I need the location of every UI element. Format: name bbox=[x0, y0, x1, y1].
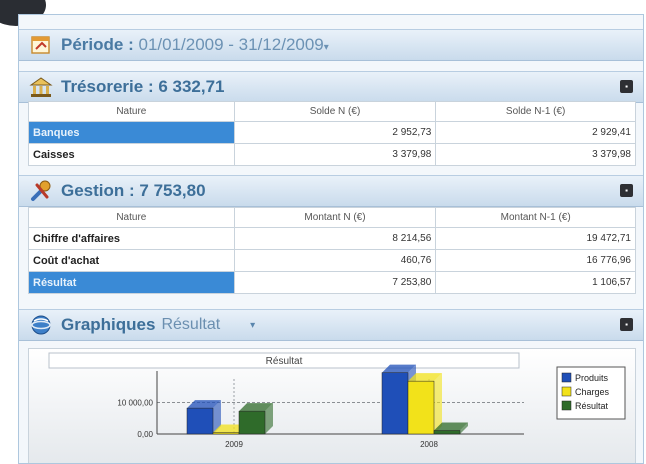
bar-résultat bbox=[238, 410, 266, 435]
graphiques-collapse-icon[interactable]: ▪ bbox=[620, 318, 633, 331]
bar-résultat bbox=[433, 430, 461, 435]
x-tick-label: 2008 bbox=[420, 440, 438, 449]
row-nature[interactable]: Banques bbox=[28, 121, 235, 144]
bar-charges bbox=[212, 432, 240, 435]
row-montant-n: 460,76 bbox=[233, 249, 437, 272]
periode-bar[interactable]: Période : 01/01/2009 - 31/12/2009▾ bbox=[19, 29, 643, 61]
row-montant-n1: 19 472,71 bbox=[435, 227, 636, 250]
table-row[interactable]: Caisses 3 379,98 3 379,98 bbox=[28, 143, 636, 166]
chart-type-select[interactable]: Résultat bbox=[161, 316, 220, 334]
row-nature[interactable]: Chiffre d'affaires bbox=[28, 227, 235, 250]
bar-produits bbox=[186, 407, 214, 435]
calendar-icon bbox=[29, 33, 53, 57]
table-row[interactable]: Chiffre d'affaires 8 214,56 19 472,71 bbox=[28, 227, 636, 250]
x-tick-label: 2009 bbox=[225, 440, 243, 449]
bank-icon bbox=[29, 75, 53, 99]
periode-dropdown-arrow[interactable]: ▾ bbox=[324, 42, 329, 53]
bar-produits bbox=[381, 372, 409, 435]
gestion-header: Gestion : 7 753,80 ▪ bbox=[19, 175, 643, 207]
y-tick-label: 10 000,00 bbox=[117, 399, 153, 408]
periode-value[interactable]: 01/01/2009 - 31/12/2009 bbox=[138, 35, 323, 54]
table-row[interactable]: Résultat 7 253,80 1 106,57 bbox=[28, 271, 636, 294]
row-solde-n: 2 952,73 bbox=[233, 121, 437, 144]
legend-label: Résultat bbox=[575, 401, 609, 411]
result-chart: Résultat 0,00 10 000,00 2009 2008 Produits Cha… bbox=[48, 352, 626, 449]
globe-icon bbox=[29, 313, 53, 337]
row-solde-n1: 3 379,98 bbox=[435, 143, 636, 166]
row-montant-n1: 16 776,96 bbox=[435, 249, 636, 272]
graphiques-header: Graphiques Résultat ▾ ▪ bbox=[19, 309, 643, 341]
graphiques-title: Graphiques bbox=[61, 315, 156, 334]
legend-swatch bbox=[561, 372, 572, 383]
col-header-nature[interactable]: Nature bbox=[28, 207, 235, 228]
chart-type-dropdown-arrow[interactable]: ▾ bbox=[250, 320, 255, 331]
bar-charges bbox=[407, 380, 435, 435]
tresorerie-header: Trésorerie : 6 332,71 ▪ bbox=[19, 71, 643, 103]
dashboard-panel: Période : 01/01/2009 - 31/12/2009▾ Tréso… bbox=[18, 14, 644, 464]
chart-title: Résultat bbox=[266, 356, 303, 367]
row-montant-n: 7 253,80 bbox=[233, 271, 437, 294]
gestion-table: Nature Montant N (€) Montant N-1 (€) Chi… bbox=[28, 207, 636, 294]
col-header-montant-n[interactable]: Montant N (€) bbox=[233, 207, 437, 228]
tresorerie-collapse-icon[interactable]: ▪ bbox=[620, 80, 633, 93]
row-montant-n1: 1 106,57 bbox=[435, 271, 636, 294]
col-header-nature[interactable]: Nature bbox=[28, 101, 235, 122]
table-row[interactable]: Coût d'achat 460,76 16 776,96 bbox=[28, 249, 636, 272]
row-solde-n1: 2 929,41 bbox=[435, 121, 636, 144]
legend-swatch bbox=[561, 400, 572, 411]
row-nature[interactable]: Résultat bbox=[28, 271, 235, 294]
gestion-collapse-icon[interactable]: ▪ bbox=[620, 184, 633, 197]
legend-label: Charges bbox=[575, 387, 610, 397]
col-header-solde-n1[interactable]: Solde N-1 (€) bbox=[435, 101, 636, 122]
tresorerie-title: Trésorerie : 6 332,71 bbox=[61, 77, 225, 96]
table-row[interactable]: Banques 2 952,73 2 929,41 bbox=[28, 121, 636, 144]
row-nature[interactable]: Coût d'achat bbox=[28, 249, 235, 272]
row-montant-n: 8 214,56 bbox=[233, 227, 437, 250]
legend-label: Produits bbox=[575, 373, 609, 383]
gestion-title: Gestion : 7 753,80 bbox=[61, 181, 206, 200]
col-header-solde-n[interactable]: Solde N (€) bbox=[233, 101, 437, 122]
row-nature[interactable]: Caisses bbox=[28, 143, 235, 166]
y-tick-label: 0,00 bbox=[137, 430, 153, 439]
periode-label: Période : 01/01/2009 - 31/12/2009▾ bbox=[61, 35, 329, 54]
chart-container: Résultat 0,00 10 000,00 2009 2008 Produits Cha… bbox=[28, 348, 636, 463]
tresorerie-table: Nature Solde N (€) Solde N-1 (€) Banques… bbox=[28, 101, 636, 166]
legend-swatch bbox=[561, 386, 572, 397]
row-solde-n: 3 379,98 bbox=[233, 143, 437, 166]
col-header-montant-n1[interactable]: Montant N-1 (€) bbox=[435, 207, 636, 228]
tools-icon bbox=[29, 179, 53, 203]
